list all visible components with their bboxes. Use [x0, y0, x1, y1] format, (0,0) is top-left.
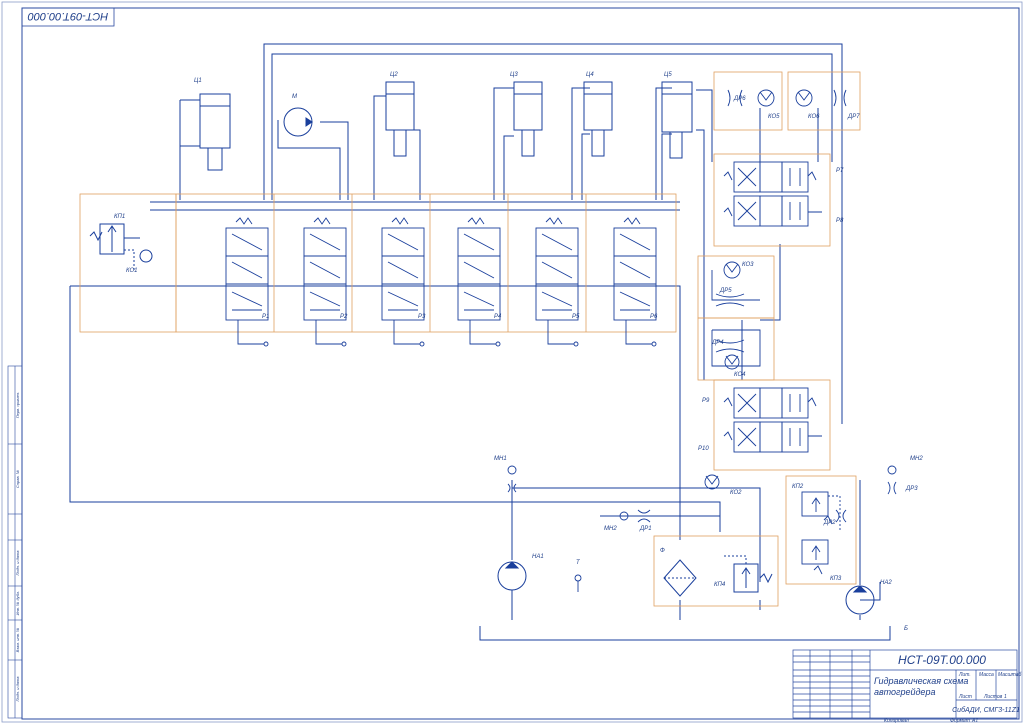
check-ko3-throttle-dr5 — [711, 261, 760, 307]
label-na1: НА1 — [532, 554, 544, 560]
label-p10: Р10 — [698, 446, 709, 452]
title-sheets-count: 1 — [1004, 694, 1007, 700]
label-m: М — [292, 94, 297, 100]
label-p2: Р2 — [340, 314, 348, 320]
valve-p5 — [535, 217, 579, 347]
label-dr1: ДР1 — [639, 526, 652, 532]
throttle-dr4-check-ko4 — [711, 329, 761, 370]
check-ko2 — [704, 474, 720, 490]
label-kp3: КП3 — [830, 576, 842, 582]
strip-text-6: Подп. и дата — [15, 676, 20, 702]
title-line-1: Гидравлическая схема — [874, 676, 968, 686]
title-lit-label: Лит. — [958, 672, 971, 678]
label-ko1: КО1 — [126, 268, 137, 274]
relief-valve-kp1 — [89, 223, 153, 270]
label-kp2: КП2 — [792, 484, 804, 490]
cylinder-c1 — [199, 93, 231, 171]
label-na2: НА2 — [880, 580, 892, 586]
label-c3: Ц3 — [510, 72, 518, 78]
throttle-check-ko6-dr7 — [795, 89, 847, 107]
label-dr7: ДР7 — [847, 114, 860, 120]
hydraulic-motor-m — [283, 107, 313, 137]
label-dr4: ДР4 — [711, 340, 724, 346]
gauge-mn2-right-dr3 — [887, 465, 897, 495]
label-dr6: ДР6 — [733, 96, 746, 102]
valve-p9-p10 — [723, 387, 822, 453]
label-c1: Ц1 — [194, 78, 202, 84]
label-kp4: КП4 — [714, 582, 726, 588]
label-p5: Р5 — [572, 314, 580, 320]
strip-text-1: Перв. примен. — [15, 392, 20, 419]
label-dr2: ДР2 — [823, 520, 836, 526]
cylinder-c5 — [661, 81, 693, 159]
label-f: Ф — [660, 548, 665, 554]
title-sheets-label: Листов — [983, 694, 1003, 700]
label-kp1: КП1 — [114, 214, 125, 220]
label-p6: Р6 — [650, 314, 658, 320]
title-mass-label: Масса — [979, 672, 994, 678]
title-line-2: автогрейдера — [874, 687, 935, 697]
thermometer-t — [574, 574, 582, 592]
label-b: Б — [904, 626, 908, 632]
label-p9: Р9 — [702, 398, 710, 404]
valve-p4 — [457, 217, 501, 347]
cylinder-c3 — [513, 81, 543, 157]
label-dr3: ДР3 — [905, 486, 918, 492]
label-mn2-top: МН2 — [910, 456, 923, 462]
valve-p2 — [303, 217, 347, 347]
title-sheet-label: Лист — [958, 694, 972, 700]
label-p8: Р8 — [836, 218, 844, 224]
label-p4: Р4 — [494, 314, 502, 320]
pump-na1 — [497, 561, 527, 591]
cylinder-c2 — [385, 81, 415, 157]
valve-p1 — [225, 217, 269, 347]
label-p7: Р7 — [836, 168, 844, 174]
label-mn1: МН1 — [494, 456, 507, 462]
label-ko2: КО2 — [730, 490, 742, 496]
label-p1: Р1 — [262, 314, 269, 320]
title-organization: СибАДИ, СМГ3-11Z1 — [952, 706, 1020, 714]
inner-frame — [21, 7, 1020, 720]
label-dr5: ДР5 — [719, 288, 732, 294]
label-ko3: КО3 — [742, 262, 754, 268]
valve-p6 — [613, 217, 657, 347]
strip-text-5: Взам. инв. № — [15, 627, 20, 652]
title-designation: НСТ-09Т.00.000 — [898, 653, 986, 667]
label-c2: Ц2 — [390, 72, 398, 78]
strip-text-3: Подп. и дата — [15, 550, 20, 576]
label-mn2: МН2 — [604, 526, 617, 532]
label-ko4: КО4 — [734, 372, 746, 378]
cylinder-c4 — [583, 81, 613, 157]
label-ko6: КО6 — [808, 114, 820, 120]
label-t: Т — [576, 560, 581, 566]
title-scale-label: Масштаб — [998, 672, 1022, 678]
code-stamp: НСТ-09Т.00.000 — [27, 10, 108, 22]
valve-p7-p8 — [723, 161, 822, 227]
valve-p3 — [381, 217, 425, 347]
label-p3: Р3 — [418, 314, 426, 320]
label-c5: Ц5 — [664, 72, 672, 78]
strip-text-4: Инв. № дубл. — [15, 591, 20, 616]
hydraulic-scheme-drawing: НСТ-09Т.00.000 Перв. примен. Справ. № По… — [1, 1, 1023, 724]
title-copied-label: Копировал — [884, 718, 909, 724]
relief-kp2-kp3-dr2 — [801, 491, 847, 575]
pipelines — [69, 43, 891, 641]
label-c4: Ц4 — [586, 72, 594, 78]
label-ko5: КО5 — [768, 114, 780, 120]
strip-text-2: Справ. № — [15, 469, 20, 488]
filter-f-relief-kp4 — [663, 555, 773, 597]
title-format-value: A1 — [971, 718, 978, 724]
title-format-label: Формат — [950, 718, 970, 724]
